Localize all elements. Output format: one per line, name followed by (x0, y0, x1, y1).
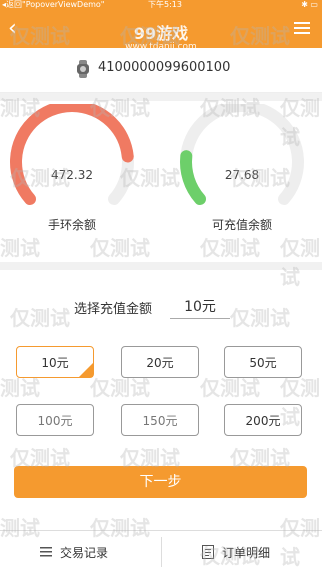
balance-label: 手环余额 (47, 218, 96, 232)
amount-option-200[interactable]: 200元 (224, 404, 302, 436)
next-button[interactable]: 下一步 (14, 466, 307, 498)
status-time: 下午5:13 (148, 0, 182, 9)
tab-order-details-label: 订单明细 (222, 546, 271, 560)
balance-value: 472.32 (51, 168, 93, 182)
tab-transactions-label: 交易记录 (60, 546, 109, 560)
rechargeable-value: 27.68 (224, 168, 260, 182)
tab-order-details[interactable]: 订单明细 (162, 531, 322, 573)
rechargeable-gauge: 27.68 可充值余额 (172, 99, 312, 244)
balance-gauge: 472.32 手环余额 (2, 99, 142, 244)
amount-option-50[interactable]: 50元 (224, 346, 302, 378)
status-bar: ◂返回"PopoverViewDemo" 下午5:13 ✱ ▭ (0, 0, 322, 10)
rechargeable-gauge-arc (180, 99, 304, 205)
watch-icon (77, 60, 89, 78)
list-icon (40, 547, 52, 557)
amount-option-10[interactable]: 10元 (16, 346, 94, 378)
battery-icon: ✱ ▭ (301, 0, 318, 9)
rechargeable-label: 可充值余额 (211, 218, 272, 232)
bottom-bar: 交易记录 订单明细 (0, 530, 322, 573)
status-back-link[interactable]: ◂返回"PopoverViewDemo" (2, 0, 104, 10)
document-icon (202, 545, 214, 559)
amount-prompt: 选择充值金额 (74, 302, 153, 317)
balance-gauge-arc (10, 99, 134, 205)
device-card: 4100000099600100 (0, 48, 322, 93)
menu-icon[interactable] (294, 19, 312, 37)
amount-option-20[interactable]: 20元 (121, 346, 199, 378)
amount-input[interactable]: 10元 (170, 296, 230, 319)
nav-bar: ‹ 99游戏 www.tdanji.com (0, 10, 322, 52)
amount-option-150[interactable]: 150元 (121, 404, 199, 436)
back-arrow-icon[interactable]: ‹ (8, 18, 30, 40)
logo-text: 99游戏 (133, 24, 189, 43)
tab-transactions[interactable]: 交易记录 (0, 531, 161, 573)
device-number: 4100000099600100 (98, 60, 231, 75)
amount-option-100[interactable]: 100元 (16, 404, 94, 436)
amount-select-row: 选择充值金额 10元 (0, 296, 322, 320)
section-divider (0, 262, 322, 270)
section-divider (0, 93, 322, 101)
